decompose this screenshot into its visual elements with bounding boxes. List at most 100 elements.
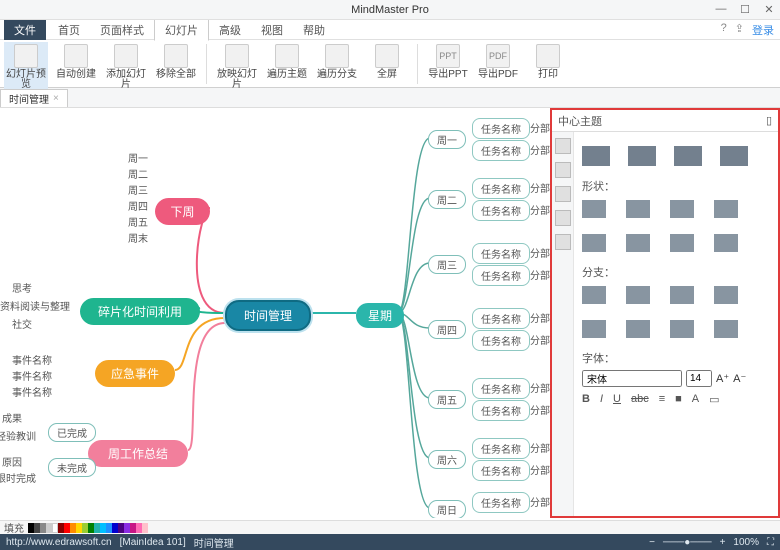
sub-label[interactable]: 分部 [530, 440, 550, 455]
font-smaller-button[interactable]: A⁻ [733, 372, 746, 385]
ribbon-fullscreen[interactable]: 全屏 [365, 42, 409, 80]
leaf-deadline[interactable]: 限时完成 [0, 470, 36, 485]
leaf-event3[interactable]: 事件名称 [12, 384, 52, 399]
branch-option-icon[interactable] [670, 320, 694, 338]
node-central[interactable]: 时间管理 [225, 300, 311, 331]
shape-option-icon[interactable] [626, 234, 650, 252]
login-link[interactable]: 登录 [752, 22, 774, 38]
sub-label[interactable]: 分部 [530, 402, 550, 417]
branch-option-icon[interactable] [714, 320, 738, 338]
ribbon-traverse-topic[interactable]: 遍历主题 [265, 42, 309, 80]
sub-label[interactable]: 分部 [530, 380, 550, 395]
panel-tab-layout-icon[interactable] [555, 162, 571, 178]
leaf-reason[interactable]: 原因 [2, 454, 22, 469]
tab-home[interactable]: 首页 [48, 20, 90, 40]
layout-option-icon[interactable] [674, 146, 702, 166]
shape-option-icon[interactable] [582, 200, 606, 218]
color-swatch[interactable] [142, 523, 148, 533]
doc-tab-close[interactable]: × [53, 93, 59, 104]
ribbon-print[interactable]: 打印 [526, 42, 570, 80]
sub-label[interactable]: 分部 [530, 202, 550, 217]
panel-tab-clipart-icon[interactable] [555, 234, 571, 250]
layout-option-icon[interactable] [582, 146, 610, 166]
sub-label[interactable]: 分部 [530, 142, 550, 157]
underline-button[interactable]: U [613, 393, 621, 406]
leaf-lesson[interactable]: 经验教训 [0, 428, 36, 443]
tab-slides[interactable]: 幻灯片 [154, 19, 209, 41]
ribbon-play-slides[interactable]: 放映幻灯片 [215, 42, 259, 90]
task-node[interactable]: 任务名称 [472, 265, 530, 286]
task-node[interactable]: 任务名称 [472, 140, 530, 161]
shape-option-icon[interactable] [714, 234, 738, 252]
node-next-week[interactable]: 下周 [155, 198, 210, 225]
leaf-weekend[interactable]: 周末 [128, 230, 148, 245]
node-weekly-summary[interactable]: 周工作总结 [88, 440, 188, 467]
leaf-tue[interactable]: 周二 [128, 166, 148, 181]
leaf-wed[interactable]: 周三 [128, 182, 148, 197]
panel-tab-outline-icon[interactable] [555, 186, 571, 202]
maximize-button[interactable]: ☐ [738, 3, 752, 16]
align-button[interactable]: ≡ [659, 393, 665, 406]
node-wd5[interactable]: 周五 [428, 390, 466, 409]
leaf-thu[interactable]: 周四 [128, 198, 148, 213]
branch-option-icon[interactable] [626, 320, 650, 338]
tab-page-style[interactable]: 页面样式 [90, 20, 154, 40]
task-node[interactable]: 任务名称 [472, 460, 530, 481]
node-wd4[interactable]: 周四 [428, 320, 466, 339]
ribbon-remove-all[interactable]: 移除全部 [154, 42, 198, 80]
leaf-mon[interactable]: 周一 [128, 150, 148, 165]
task-node[interactable]: 任务名称 [472, 178, 530, 199]
node-undone[interactable]: 未完成 [48, 458, 96, 477]
ribbon-auto-create[interactable]: 自动创建 [54, 42, 98, 80]
zoom-slider[interactable]: ───●─── [663, 537, 712, 548]
shape-option-icon[interactable] [582, 234, 606, 252]
sub-label[interactable]: 分部 [530, 180, 550, 195]
sub-label[interactable]: 分部 [530, 310, 550, 325]
task-node[interactable]: 任务名称 [472, 438, 530, 459]
leaf-social[interactable]: 社交 [12, 316, 32, 331]
file-menu[interactable]: 文件 [4, 20, 46, 40]
task-node[interactable]: 任务名称 [472, 330, 530, 351]
zoom-in-button[interactable]: + [720, 537, 726, 548]
node-done[interactable]: 已完成 [48, 423, 96, 442]
node-fragment-time[interactable]: 碎片化时间利用 [80, 298, 200, 325]
zoom-out-button[interactable]: − [649, 537, 655, 548]
ribbon-export-ppt[interactable]: PPT导出PPT [426, 42, 470, 80]
italic-button[interactable]: I [600, 393, 603, 406]
tab-view[interactable]: 视图 [251, 20, 293, 40]
branch-option-icon[interactable] [582, 286, 606, 304]
branch-option-icon[interactable] [670, 286, 694, 304]
layout-option-icon[interactable] [720, 146, 748, 166]
sub-label[interactable]: 分部 [530, 267, 550, 282]
sub-label[interactable]: 分部 [530, 332, 550, 347]
sub-label[interactable]: 分部 [530, 494, 550, 509]
task-node[interactable]: 任务名称 [472, 200, 530, 221]
node-wd6[interactable]: 周六 [428, 450, 466, 469]
node-wd1[interactable]: 周一 [428, 130, 466, 149]
panel-tab-style-icon[interactable] [555, 138, 571, 154]
strike-button[interactable]: abc [631, 393, 649, 406]
leaf-read[interactable]: 资料阅读与整理 [0, 298, 70, 313]
panel-tab-icons-icon[interactable] [555, 210, 571, 226]
branch-option-icon[interactable] [582, 320, 606, 338]
font-size-input[interactable] [686, 370, 712, 387]
branch-option-icon[interactable] [714, 286, 738, 304]
sub-label[interactable]: 分部 [530, 245, 550, 260]
minimize-button[interactable]: — [714, 3, 728, 16]
tab-help[interactable]: 帮助 [293, 20, 335, 40]
task-node[interactable]: 任务名称 [472, 308, 530, 329]
branch-option-icon[interactable] [626, 286, 650, 304]
task-node[interactable]: 任务名称 [472, 243, 530, 264]
task-node[interactable]: 任务名称 [472, 118, 530, 139]
panel-pin-icon[interactable]: ▯ [766, 114, 772, 127]
node-week[interactable]: 星期 [356, 303, 404, 328]
layout-option-icon[interactable] [628, 146, 656, 166]
fill-color-button[interactable]: ▭ [709, 393, 719, 406]
task-node[interactable]: 任务名称 [472, 400, 530, 421]
highlight-button[interactable]: ■ [675, 393, 682, 406]
leaf-result[interactable]: 成果 [2, 410, 22, 425]
ribbon-export-pdf[interactable]: PDF导出PDF [476, 42, 520, 80]
bold-button[interactable]: B [582, 393, 590, 406]
shape-option-icon[interactable] [670, 200, 694, 218]
shape-option-icon[interactable] [670, 234, 694, 252]
